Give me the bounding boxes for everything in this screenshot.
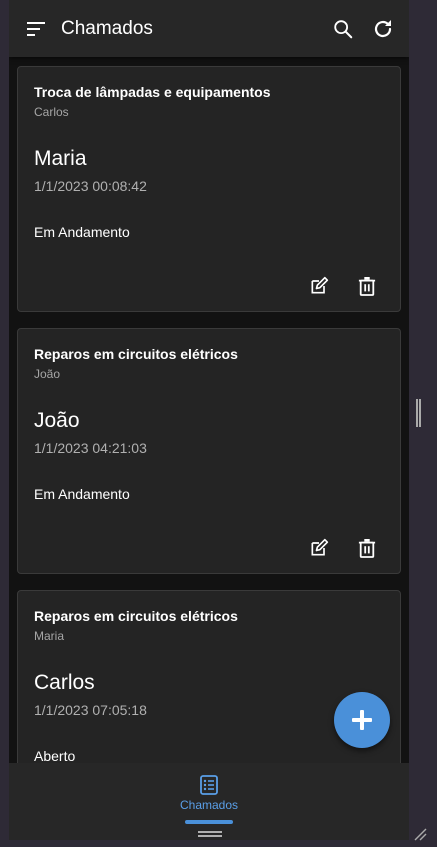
card-name: Maria [34, 147, 87, 170]
delete-button[interactable] [356, 275, 378, 297]
card-subtitle: Carlos [34, 105, 69, 119]
card-title: Reparos em circuitos elétricos [34, 608, 238, 624]
nav-active-indicator [185, 820, 233, 824]
bottom-nav: Chamados [9, 763, 409, 840]
page-title: Chamados [61, 17, 153, 39]
app-window: Chamados Troca de lâmpadas e equipamento… [9, 0, 409, 840]
plus-icon [352, 710, 372, 730]
app-bar: Chamados [9, 0, 409, 57]
card-subtitle: João [34, 367, 61, 381]
chamado-card[interactable]: Troca de lâmpadas e equipamentos Carlos … [17, 66, 401, 312]
edit-button[interactable] [308, 537, 330, 559]
card-actions [308, 275, 378, 297]
refresh-icon [374, 19, 392, 37]
search-button[interactable] [323, 9, 363, 49]
card-date: 1/1/2023 04:21:03 [34, 440, 147, 456]
resize-corner-icon[interactable] [413, 827, 427, 841]
card-status: Em Andamento [34, 486, 130, 502]
chamados-list[interactable]: Troca de lâmpadas e equipamentos Carlos … [9, 57, 409, 763]
list-icon [200, 775, 218, 795]
card-title: Troca de lâmpadas e equipamentos [34, 84, 271, 100]
card-date: 1/1/2023 00:08:42 [34, 178, 147, 194]
window-resize-handle[interactable] [416, 399, 422, 427]
edit-icon [311, 276, 329, 294]
edit-icon [311, 538, 329, 556]
nav-label: Chamados [179, 798, 239, 812]
delete-button[interactable] [356, 537, 378, 559]
card-status: Em Andamento [34, 224, 130, 240]
refresh-button[interactable] [363, 9, 403, 49]
nav-item-chamados[interactable]: Chamados [169, 775, 249, 835]
chamado-card[interactable]: Reparos em circuitos elétricos João João… [17, 328, 401, 574]
delete-icon [358, 539, 376, 558]
card-date: 1/1/2023 07:05:18 [34, 702, 147, 718]
menu-button[interactable] [25, 17, 49, 41]
menu-icon [27, 21, 45, 36]
drag-handle[interactable] [198, 831, 222, 837]
add-chamado-button[interactable] [334, 692, 390, 748]
card-name: Carlos [34, 671, 95, 694]
card-name: João [34, 409, 80, 432]
card-status: Aberto [34, 748, 76, 763]
card-subtitle: Maria [34, 629, 65, 643]
search-icon [334, 19, 353, 38]
card-title: Reparos em circuitos elétricos [34, 346, 238, 362]
edit-button[interactable] [308, 275, 330, 297]
card-actions [308, 537, 378, 559]
delete-icon [358, 277, 376, 296]
